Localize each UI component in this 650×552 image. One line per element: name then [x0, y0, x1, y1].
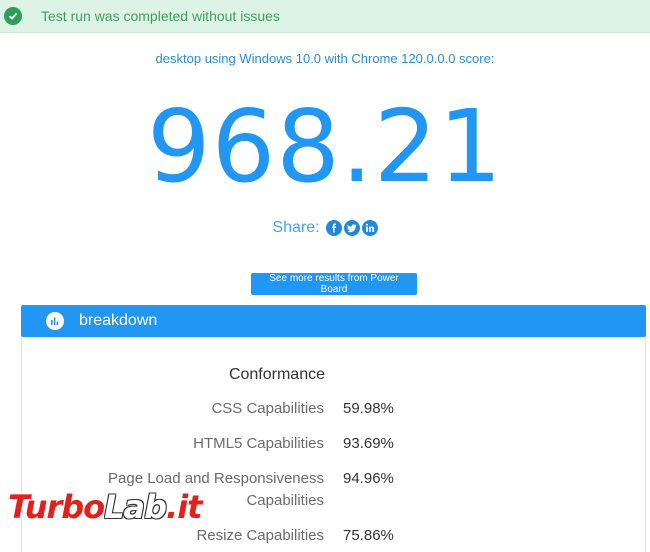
score-value: 968.21 — [147, 88, 503, 205]
notice-text: Test run was completed without issues — [41, 8, 280, 24]
row-value-css: 59.98% — [343, 400, 394, 417]
breakdown-header[interactable]: breakdown — [21, 305, 646, 337]
watermark-part-1: Turbo — [8, 488, 105, 526]
share-bar: Share: — [0, 219, 650, 237]
row-label-css: CSS Capabilities — [211, 400, 324, 417]
breakdown-title: breakdown — [79, 312, 158, 329]
row-value-page-load: 94.96% — [343, 470, 394, 487]
turbolab-watermark-logo: Turbo Lab .it — [8, 488, 202, 526]
check-circle-icon — [4, 7, 22, 25]
linkedin-icon[interactable] — [361, 220, 378, 236]
watermark-part-2: Lab — [104, 488, 167, 526]
row-label-html5: HTML5 Capabilities — [193, 435, 324, 452]
twitter-icon[interactable] — [343, 220, 360, 236]
section-heading: Conformance — [228, 366, 325, 383]
success-notice: Test run was completed without issues — [0, 0, 650, 33]
row-label-resize: Resize Capabilities — [196, 527, 324, 544]
row-label-page-load: Page Load and Responsiveness — [108, 470, 324, 487]
row-value-html5: 93.69% — [343, 435, 394, 452]
share-label: Share: — [272, 219, 320, 236]
row-value-resize: 75.86% — [343, 527, 394, 544]
score-subtitle: desktop using Windows 10.0 with Chrome 1… — [155, 51, 495, 66]
bar-chart-icon — [46, 312, 64, 330]
watermark-part-3: .it — [166, 488, 202, 526]
facebook-icon[interactable] — [325, 220, 342, 236]
more-results-button[interactable]: See more results from Power Board — [251, 273, 417, 295]
